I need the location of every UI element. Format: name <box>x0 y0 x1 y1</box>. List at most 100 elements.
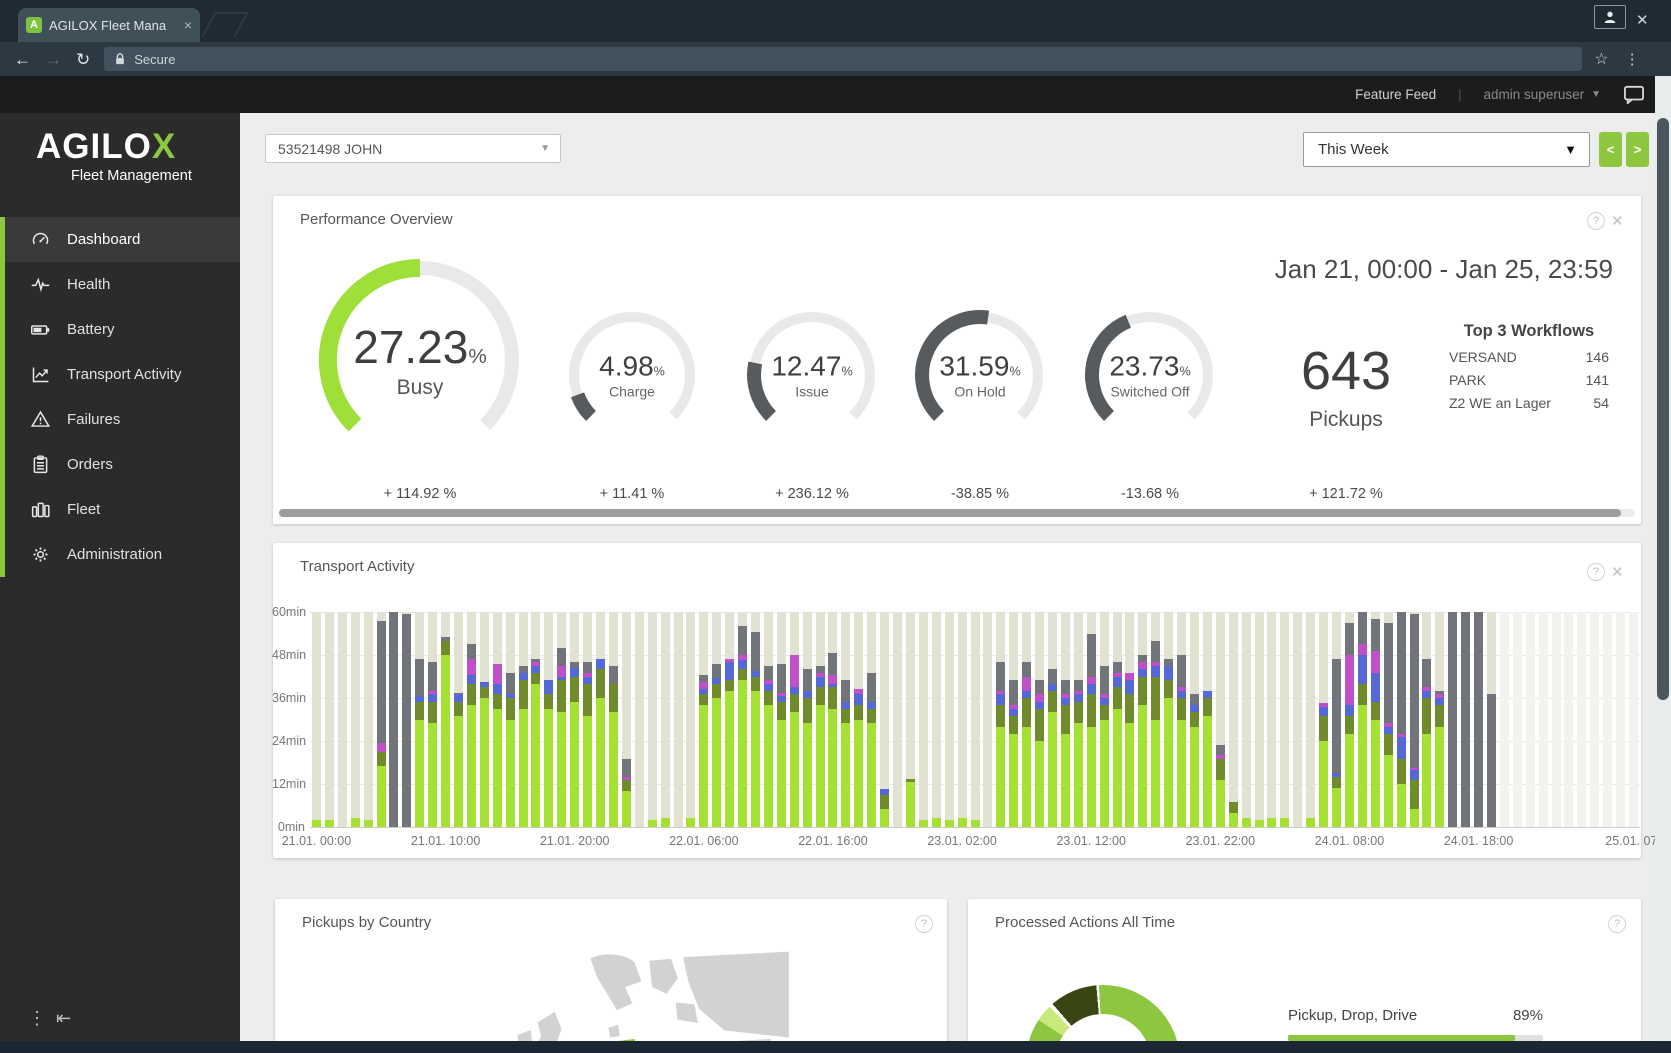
sidebar-item-dashboard[interactable]: Dashboard <box>5 217 240 262</box>
card-horizontal-scrollbar[interactable] <box>279 509 1635 517</box>
address-bar[interactable]: Secure <box>104 47 1583 71</box>
machine-select[interactable]: 53521498 JOHN ▼ <box>265 134 561 163</box>
pickups-kpi: 643 Pickups <box>1301 340 1391 432</box>
bar-segment-lime <box>725 690 735 827</box>
bar-segment-lime <box>789 712 799 827</box>
sidebar-item-fleet[interactable]: Fleet <box>5 487 240 532</box>
gauge-value: 23.73% <box>1109 350 1191 382</box>
gauge-value: 12.47% <box>771 350 853 382</box>
bar-segment-gray <box>1035 680 1045 695</box>
sidebar-item-health[interactable]: Health <box>5 262 240 307</box>
country-scandinavia <box>588 953 643 1012</box>
browser-menu-icon[interactable]: ⋮ <box>1625 50 1640 68</box>
gauge-label: Issue <box>795 383 829 400</box>
browser-profile-button[interactable] <box>1594 5 1626 29</box>
bar-segment-lime <box>905 782 915 827</box>
bar-segment-olive <box>1009 715 1019 734</box>
bar-segment-olive <box>1396 758 1406 784</box>
drag-dots-icon[interactable]: ⋮ <box>28 1008 46 1029</box>
bar-segment-lime <box>1215 780 1225 827</box>
help-icon[interactable]: ? <box>1608 915 1626 933</box>
bar-segment-blue <box>583 676 593 684</box>
gauge-value: 4.98% <box>599 350 665 382</box>
previous-period-button[interactable]: < <box>1599 132 1622 167</box>
reload-icon[interactable]: ↻ <box>76 51 90 68</box>
bar-segment-blue <box>1151 665 1161 677</box>
help-icon[interactable]: ? <box>915 915 933 933</box>
sidebar-item-battery[interactable]: Battery <box>5 307 240 352</box>
user-icon <box>1604 11 1616 23</box>
bar-segment-blue <box>1370 672 1380 702</box>
page-scrollbar[interactable] <box>1655 76 1671 1053</box>
period-select[interactable]: This Week ▼ <box>1303 132 1590 167</box>
collapse-sidebar-icon[interactable]: ⇤ <box>56 1008 71 1029</box>
back-icon[interactable]: ← <box>14 51 31 68</box>
workflow-name: VERSAND <box>1449 349 1517 365</box>
bar-segment-gray <box>583 662 593 673</box>
legend-label: Pickup, Drop, Drive <box>1288 1007 1418 1024</box>
bar-segment-gray <box>1009 680 1019 706</box>
bar-segment-magenta <box>1060 694 1070 698</box>
close-card-icon[interactable]: ✕ <box>1611 563 1624 581</box>
bar-segment-gray <box>1073 680 1083 691</box>
bar-segment-gray <box>441 637 451 641</box>
bar-segment-lime <box>1319 741 1329 827</box>
workflow-name: PARK <box>1449 372 1487 388</box>
pickups-by-country-card: Pickups by Country ? <box>275 899 947 1041</box>
sidebar-item-failures[interactable]: Failures <box>5 397 240 442</box>
bar-segment-lime <box>428 723 438 827</box>
next-period-button[interactable]: > <box>1626 132 1649 167</box>
bar-segment-lime <box>1047 712 1057 827</box>
bar-segment-olive <box>828 687 838 709</box>
browser-tabstrip: A AGILOX Fleet Mana × ✕ <box>0 0 1671 42</box>
country-finland <box>648 957 680 996</box>
bar-segment-blue <box>1035 701 1045 709</box>
forward-icon[interactable]: → <box>45 51 62 68</box>
bar-segment-gray <box>1422 658 1432 688</box>
bar-segment-blue <box>492 683 502 695</box>
bar-segment-gray <box>428 662 438 691</box>
bar-segment-lime <box>944 819 954 827</box>
sidebar-item-administration[interactable]: Administration <box>5 532 240 577</box>
window-close-icon[interactable]: ✕ <box>1636 11 1649 29</box>
close-card-icon[interactable]: ✕ <box>1611 212 1624 230</box>
new-tab-button[interactable] <box>201 12 249 37</box>
browser-tab[interactable]: A AGILOX Fleet Mana × <box>18 8 200 42</box>
feedback-chat-icon[interactable] <box>1623 85 1645 104</box>
bar-segment-blue <box>802 690 812 698</box>
feature-feed-link[interactable]: Feature Feed <box>1355 87 1436 102</box>
bar-segment-olive <box>1228 801 1238 813</box>
gauge-value-block: 4.98% Charge <box>599 351 665 400</box>
tab-close-icon[interactable]: × <box>184 18 192 32</box>
page-scrollbar-thumb[interactable] <box>1657 118 1669 700</box>
bar-segment-magenta <box>738 655 748 661</box>
sidebar-item-orders[interactable]: Orders <box>5 442 240 487</box>
bookmark-star-icon[interactable]: ☆ <box>1594 49 1608 69</box>
bar-segment-magenta <box>557 665 567 677</box>
bar-segment-blue <box>1422 690 1432 698</box>
user-menu-label: admin superuser <box>1483 87 1585 102</box>
user-menu[interactable]: admin superuser ▼ <box>1484 87 1601 102</box>
scrollbar-thumb[interactable] <box>279 509 1622 517</box>
bar-track <box>1538 612 1548 827</box>
transport-activity-chart[interactable]: 60min 48min 36min 24min 12min 0min 21.01. 00:0… <box>272 605 1655 848</box>
bar-segment-blue <box>544 680 554 695</box>
bar-segment-olive <box>1086 694 1096 727</box>
help-icon[interactable]: ? <box>1587 563 1605 581</box>
bar-segment-gray <box>415 658 425 697</box>
europe-map[interactable] <box>465 950 805 1041</box>
bar-segment-magenta <box>1383 723 1393 727</box>
bar-segment-lime <box>1357 705 1367 827</box>
x-axis-tick: 24.01. 18:00 <box>1443 834 1514 848</box>
bar-segment-gray <box>531 658 541 663</box>
bar-track <box>634 612 644 827</box>
bar-segment-gray <box>763 665 773 681</box>
bar-segment-olive <box>557 680 567 713</box>
help-icon[interactable]: ? <box>1587 212 1605 230</box>
sidebar-item-transport[interactable]: Transport Activity <box>5 352 240 397</box>
bar-segment-blue <box>828 683 838 688</box>
bar-segment-olive <box>996 705 1006 727</box>
bar-segment-gray <box>828 653 838 675</box>
bar-segment-lime <box>441 655 451 827</box>
bar-segment-olive <box>621 780 631 792</box>
